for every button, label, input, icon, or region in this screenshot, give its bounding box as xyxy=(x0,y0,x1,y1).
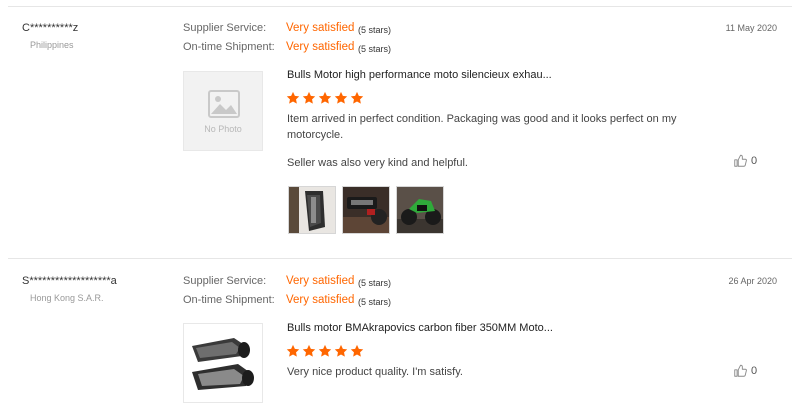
rating-stars xyxy=(286,91,364,105)
supplier-service-stars: (5 stars) xyxy=(358,25,392,35)
shipment-value: Very satisfied xyxy=(286,294,355,306)
shipment-stars: (5 stars) xyxy=(358,44,392,54)
star-icon xyxy=(286,91,300,104)
thumbs-up-icon xyxy=(734,364,747,377)
like-count: 0 xyxy=(751,365,758,377)
star-icon xyxy=(286,344,300,357)
review-date: 11 May 2020 xyxy=(725,23,777,33)
supplier-service-stars: (5 stars) xyxy=(358,278,392,288)
review-divider xyxy=(8,258,792,259)
star-icon xyxy=(334,91,348,104)
top-divider xyxy=(8,6,792,7)
supplier-service-label: Supplier Service: xyxy=(183,275,267,287)
star-icon xyxy=(302,344,316,357)
review-photo[interactable] xyxy=(396,186,444,234)
buyer-name: C**********z xyxy=(22,22,79,34)
shipment-value: Very satisfied xyxy=(286,41,355,53)
shipment-stars: (5 stars) xyxy=(358,297,392,307)
review-text: Very nice product quality. I'm satisfy. xyxy=(287,366,463,378)
product-thumbnail[interactable] xyxy=(183,323,263,403)
like-count: 0 xyxy=(751,155,758,167)
star-icon xyxy=(318,344,332,357)
supplier-service-label: Supplier Service: xyxy=(183,22,267,34)
review-photo[interactable] xyxy=(342,186,390,234)
thumbs-up-icon xyxy=(734,154,747,167)
bike-photo-icon xyxy=(343,187,389,233)
green-bike-photo-icon xyxy=(397,187,443,233)
image-placeholder-icon xyxy=(208,90,240,118)
supplier-service-value: Very satisfied xyxy=(286,22,355,34)
buyer-country: Hong Kong S.A.R. xyxy=(30,293,104,303)
review-text-secondary: Seller was also very kind and helpful. xyxy=(287,157,468,169)
shipment-label: On-time Shipment: xyxy=(183,294,275,306)
star-icon xyxy=(334,344,348,357)
like-button[interactable]: 0 xyxy=(733,154,757,168)
like-button[interactable]: 0 xyxy=(733,364,757,378)
star-icon xyxy=(318,91,332,104)
buyer-name: S*******************a xyxy=(22,275,117,287)
product-title[interactable]: Bulls Motor high performance moto silenc… xyxy=(287,69,552,81)
rating-stars xyxy=(286,344,364,358)
shipment-label: On-time Shipment: xyxy=(183,41,275,53)
no-photo-text: No Photo xyxy=(204,124,242,134)
exhaust-product-image-icon xyxy=(192,338,254,390)
review-date: 26 Apr 2020 xyxy=(728,276,777,286)
product-title[interactable]: Bulls motor BMAkrapovics carbon fiber 35… xyxy=(287,322,553,334)
product-thumbnail[interactable]: No Photo xyxy=(183,71,263,151)
exhaust-photo-icon xyxy=(289,187,335,233)
star-icon xyxy=(302,91,316,104)
buyer-country: Philippines xyxy=(30,40,74,50)
star-icon xyxy=(350,91,364,104)
star-icon xyxy=(350,344,364,357)
supplier-service-value: Very satisfied xyxy=(286,275,355,287)
review-photo[interactable] xyxy=(288,186,336,234)
review-text: Item arrived in perfect condition. Packa… xyxy=(287,113,677,141)
